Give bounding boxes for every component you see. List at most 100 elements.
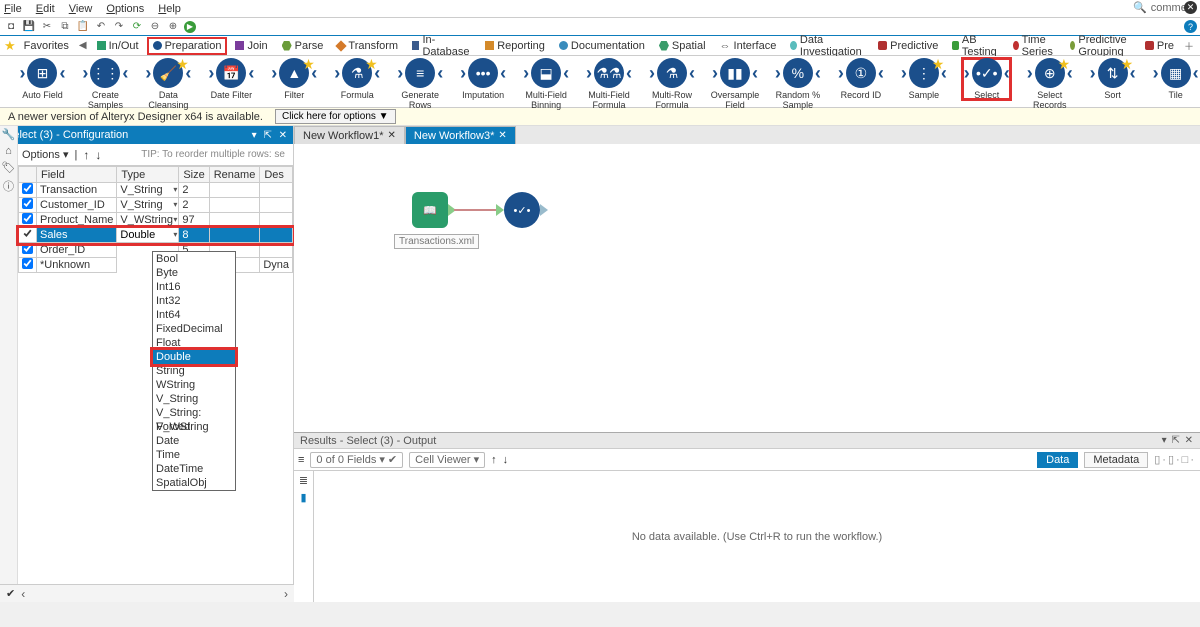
field-checkbox[interactable] [22,243,33,254]
type-opt[interactable]: V_String: Forced [153,406,235,420]
cat-spatial[interactable]: Spatial [653,37,712,55]
data-tab[interactable]: Data [1037,452,1078,468]
table-row[interactable]: Customer_IDV_String▾2 [19,198,293,213]
sort-asc-icon[interactable]: ↑ [83,148,89,162]
node-select[interactable]: •✓• [504,192,540,228]
menu-edit[interactable]: Edit [36,3,55,15]
tool-autofield[interactable]: ›⊞‹Auto Field [18,58,67,100]
table-row[interactable]: Product_NameV_WString▾97 [19,213,293,228]
cat-preparation[interactable]: Preparation [147,37,228,55]
scroll-left-icon[interactable]: ‹ [21,587,25,601]
tab-workflow1[interactable]: New Workflow1*✕ [294,126,405,144]
type-dropdown[interactable]: Bool Byte Int16 Int32 Int64 FixedDecimal… [152,251,236,491]
cat-reporting[interactable]: Reporting [479,37,551,55]
paste-icon[interactable]: 📋 [76,20,90,34]
table-icon[interactable]: ≣ [299,474,308,487]
type-opt[interactable]: FixedDecimal [153,322,235,336]
type-opt-double[interactable]: Double [153,350,235,364]
cat-predgroup[interactable]: Predictive Grouping [1064,37,1136,55]
run-icon[interactable]: ▶ [184,21,196,33]
tool-mrformula[interactable]: ›⚗‹Multi-RowFormula [648,58,697,110]
layout-icons[interactable]: ▯·▯·□· [1154,453,1196,466]
type-opt[interactable]: V_String [153,392,235,406]
close-tab-icon[interactable]: ✕ [388,130,396,141]
type-opt[interactable]: String [153,364,235,378]
field-checkbox[interactable] [22,213,33,224]
sort-asc-icon[interactable]: ↑ [491,454,497,466]
node-input[interactable]: 📖 [412,192,448,228]
tool-randomsample[interactable]: ›%‹Random %Sample [773,58,822,110]
nav-right-icon[interactable]: ＋ [1182,38,1196,53]
tool-mfbinning[interactable]: ›⬓‹Multi-FieldBinning [522,58,571,110]
panel-buttons[interactable]: ▾ ⇱ ✕ [252,130,289,141]
sort-desc-icon[interactable]: ↓ [503,454,509,466]
tag-icon[interactable]: 🏷 [2,161,16,174]
type-opt[interactable]: DateTime [153,462,235,476]
cat-predictive[interactable]: Predictive [872,37,944,55]
metadata-tab[interactable]: Metadata [1084,452,1148,468]
type-opt[interactable]: Int16 [153,280,235,294]
type-opt[interactable]: SpatialObj [153,476,235,490]
tool-imputation[interactable]: ›•••‹Imputation [459,58,508,100]
menu-view[interactable]: View [69,3,93,15]
menu-options[interactable]: Options [106,3,144,15]
undo-icon[interactable]: ↶ [94,20,108,34]
tool-tile[interactable]: ›▦‹Tile [1151,58,1200,100]
cat-indb[interactable]: In-Database [406,37,477,55]
tool-sample[interactable]: ★›⋮‹Sample [899,58,948,100]
type-opt[interactable]: Byte [153,266,235,280]
tool-selectrecords[interactable]: ★›⊕‹Select Records [1025,58,1074,110]
tab-workflow3[interactable]: New Workflow3*✕ [405,126,516,144]
col-field[interactable]: Field [37,167,117,183]
tool-oversample[interactable]: ›▮▮‹OversampleField [710,58,759,110]
type-opt[interactable]: V_WString [153,420,235,434]
open-icon[interactable]: ◘ [4,20,18,34]
help-icon[interactable]: ? [1184,20,1197,33]
type-opt[interactable]: Float [153,336,235,350]
cut-icon[interactable]: ✂ [40,20,54,34]
cat-favorites[interactable]: Favorites [18,37,75,55]
save-icon[interactable]: 💾 [22,20,36,34]
sort-desc-icon[interactable]: ↓ [95,148,101,162]
field-checkbox[interactable] [22,183,33,194]
copy-icon[interactable]: ⧉ [58,20,72,34]
cat-pre[interactable]: Pre [1139,37,1180,55]
panel-buttons[interactable]: ▾ ⇱ ✕ [1162,435,1194,446]
fields-dropdown[interactable]: 0 of 0 Fields ▾ ✔ [310,452,403,468]
close-icon[interactable]: ✕ [1184,1,1197,14]
link-icon[interactable]: ⌂ [5,145,12,157]
type-opt[interactable]: Bool [153,252,235,266]
cat-timeseries[interactable]: Time Series [1007,37,1062,55]
tool-datefilter[interactable]: ›📅‹Date Filter [207,58,256,100]
cat-transform[interactable]: Transform [331,37,404,55]
cat-datainv[interactable]: Data Investigation [784,37,870,55]
tool-generaterows[interactable]: ›≡‹GenerateRows [396,58,445,110]
info-icon[interactable]: ⓘ [3,178,14,194]
menu-file[interactable]: File [4,3,22,15]
nav-left-icon[interactable]: ◀ [77,40,89,51]
scroll-right-icon[interactable]: › [284,587,288,601]
tool-mfformula[interactable]: ›⚗⚗‹Multi-FieldFormula [585,58,634,110]
tool-filter[interactable]: ★›▲‹Filter [270,58,319,100]
field-checkbox[interactable] [22,228,33,239]
type-opt[interactable]: Time [153,448,235,462]
cellviewer-dropdown[interactable]: Cell Viewer ▾ [409,452,485,468]
col-rename[interactable]: Rename [209,167,260,183]
type-opt[interactable]: WString [153,378,235,392]
col-desc[interactable]: Des [260,167,293,183]
cat-abtest[interactable]: AB Testing [946,37,1005,55]
tool-createsamples[interactable]: ›⋮⋮‹CreateSamples [81,58,130,110]
type-opt[interactable]: Int32 [153,294,235,308]
menu-icon[interactable]: ≡ [298,454,304,466]
field-checkbox[interactable] [22,258,33,269]
type-opt[interactable]: Int64 [153,308,235,322]
cat-interface[interactable]: ⇔Interface [714,37,783,55]
refresh-icon[interactable]: ⟳ [130,20,144,34]
close-tab-icon[interactable]: ✕ [498,130,506,141]
wrench-icon[interactable]: 🔧 [2,128,16,141]
zoom-out-icon[interactable]: ⊖ [148,20,162,34]
type-opt[interactable]: Date [153,434,235,448]
tool-sort[interactable]: ★›⇅‹Sort [1088,58,1137,100]
cat-parse[interactable]: Parse [276,37,330,55]
menu-help[interactable]: Help [158,3,181,15]
